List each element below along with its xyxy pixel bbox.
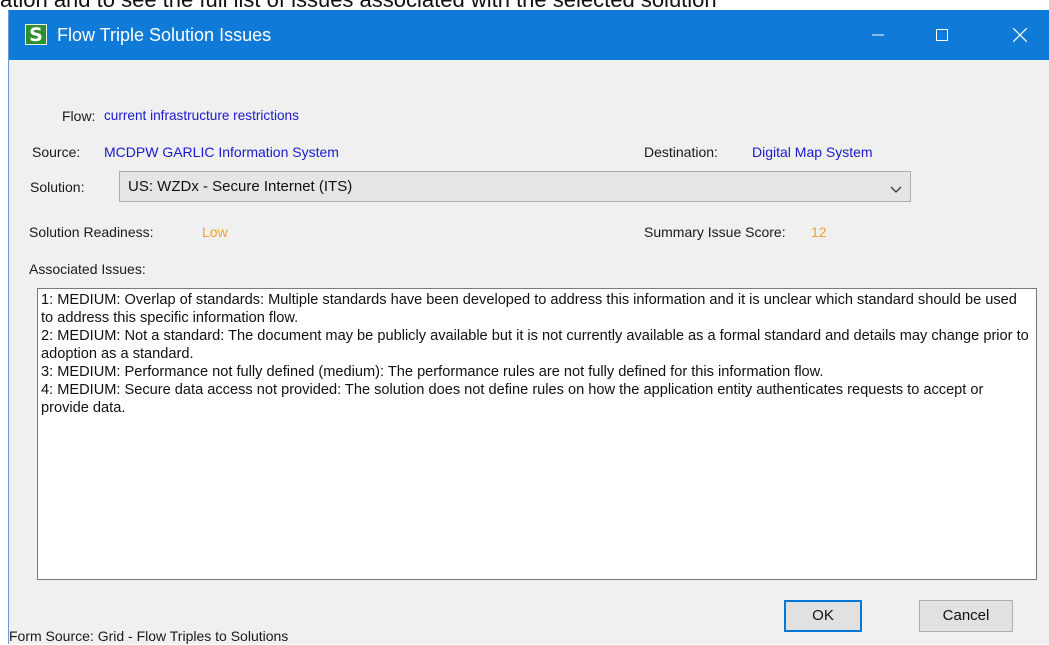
issue-line: 2: MEDIUM: Not a standard: The document … [41,328,1029,362]
score-value: 12 [811,224,827,240]
title-bar[interactable]: S Flow Triple Solution Issues [9,10,1049,60]
close-button[interactable] [997,10,1043,60]
minimize-icon [872,34,884,36]
dialog-window: S Flow Triple Solution Issues Flow: curr… [8,10,1049,644]
close-icon [1013,28,1027,42]
associated-issues-label: Associated Issues: [29,261,146,277]
source-label: Source: [32,144,81,160]
app-logo-icon: S [25,24,47,46]
flow-label: Flow: [62,108,96,124]
cancel-button[interactable]: Cancel [919,600,1013,632]
flow-value: current infrastructure restrictions [104,108,299,123]
issue-line: 1: MEDIUM: Overlap of standards: Multipl… [41,292,1017,326]
solution-select[interactable]: US: WZDx - Secure Internet (ITS) [119,171,911,202]
maximize-button[interactable] [919,10,965,60]
issue-line: 3: MEDIUM: Performance not fully defined… [41,364,824,380]
solution-label: Solution: [30,179,85,195]
issue-line: 4: MEDIUM: Secure data access not provid… [41,382,984,416]
source-value: MCDPW GARLIC Information System [104,144,339,160]
maximize-icon [936,29,948,41]
readiness-value: Low [202,224,228,240]
issues-textarea[interactable]: 1: MEDIUM: Overlap of standards: Multipl… [37,288,1037,580]
readiness-label: Solution Readiness: [29,224,154,240]
chevron-down-icon [890,181,902,199]
solution-selected-value: US: WZDx - Secure Internet (ITS) [128,178,353,195]
destination-label: Destination: [644,144,718,160]
destination-value: Digital Map System [752,144,873,160]
score-label: Summary Issue Score: [644,224,786,240]
ok-button[interactable]: OK [784,600,862,632]
minimize-button[interactable] [855,10,901,60]
form-source-text: Form Source: Grid - Flow Triples to Solu… [9,628,289,644]
window-title: Flow Triple Solution Issues [57,25,272,45]
